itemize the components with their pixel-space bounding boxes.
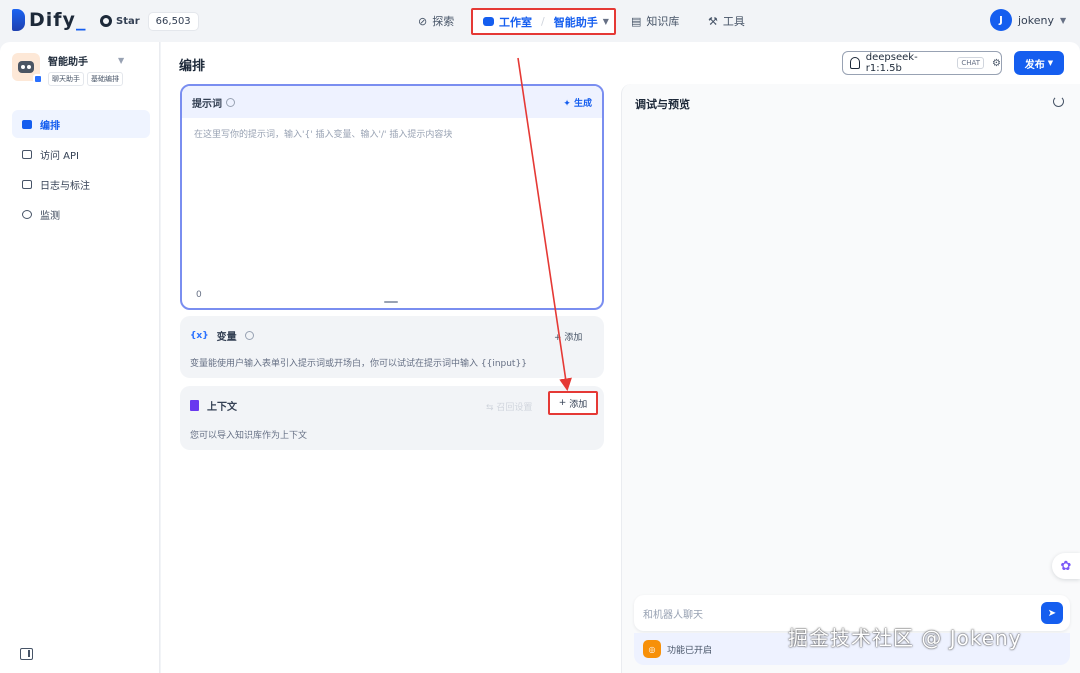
app-type-tag: 聊天助手 [48, 72, 84, 86]
nav-knowledge-label: 知识库 [646, 15, 680, 28]
hammer-icon: ⚒ [708, 14, 718, 28]
recall-settings-button[interactable]: ⇆ 召回设置 [486, 400, 532, 413]
resize-handle[interactable] [384, 301, 398, 303]
chevron-down-icon: ▼ [602, 17, 609, 26]
variables-title: 变量 [216, 332, 237, 343]
app-name: 智能助手 [48, 57, 88, 68]
robot-face-icon [18, 61, 34, 73]
dashboard-icon [22, 209, 32, 219]
avatar: J [990, 9, 1012, 31]
sidebar-item-monitor[interactable]: 监测 [12, 200, 150, 228]
help-icon[interactable] [226, 97, 235, 107]
generate-button[interactable]: ✦ 生成 [563, 96, 592, 109]
model-selector[interactable]: deepseek-r1:1.5b CHAT ⚙ [842, 51, 1002, 75]
prompt-input[interactable]: 在这里写你的提示词，输入'{' 插入变量、输入'/' 插入提示内容块 [194, 127, 452, 140]
nav-tools-label: 工具 [722, 15, 745, 28]
feature-icon: ◎ [643, 640, 661, 658]
robot-icon [483, 17, 494, 26]
page-title: 编排 [179, 59, 206, 74]
dify-logo-icon [12, 9, 25, 31]
sidebar-item-api[interactable]: 访问 API [12, 140, 150, 168]
terminal-icon [22, 149, 32, 159]
context-title: 上下文 [207, 402, 237, 413]
current-app-selector[interactable]: 智能助手 [554, 14, 598, 30]
watermark-text: 掘金技术社区 @ Jokeny [788, 626, 1022, 650]
publish-button[interactable]: 发布 ▼ [1014, 51, 1064, 75]
app-info-card[interactable]: 智能助手 ▼ 聊天助手 基础编排 [12, 53, 152, 87]
prompt-editor: 提示词 ✦ 生成 在这里写你的提示词，输入'{' 插入变量、输入'/' 插入提示… [180, 84, 604, 310]
variable-icon: {x} [190, 330, 209, 341]
sidebar-item-label: 访问 API [40, 150, 79, 162]
context-card: 上下文 ⇆ 召回设置 + 添加 您可以导入知识库作为上下文 [180, 386, 604, 450]
settings-sliders-icon: ⚙ [992, 57, 1001, 69]
user-menu[interactable]: J jokeny ▼ [990, 9, 1066, 31]
user-name: jokeny [1018, 13, 1055, 27]
prompt-title: 提示词 [192, 98, 222, 110]
github-star-count: 66,503 [147, 11, 199, 31]
sidebar-item-label: 编排 [40, 120, 60, 132]
nav-explore[interactable]: ⊘ 探索 [418, 8, 454, 34]
compass-icon: ⊘ [418, 14, 428, 28]
document-icon [190, 400, 199, 411]
debug-preview-panel: 调试与预览 和机器人聊天 ➤ ◎ 功能已开启 [621, 84, 1080, 673]
add-context-button[interactable]: + 添加 [548, 391, 598, 415]
refresh-icon[interactable] [1053, 96, 1064, 107]
app-mode-tag: 基础编排 [87, 72, 123, 86]
github-star-label: Star [116, 15, 140, 27]
nav-studio[interactable]: 工作室 / 智能助手 ▼ [471, 8, 616, 35]
context-description: 您可以导入知识库作为上下文 [190, 431, 308, 441]
send-button[interactable]: ➤ [1041, 602, 1063, 624]
sidebar-item-logs[interactable]: 日志与标注 [12, 170, 150, 198]
chat-badge-icon [33, 74, 43, 84]
model-provider-icon [850, 57, 860, 69]
nav-studio-label: 工作室 [499, 15, 532, 29]
variables-card: {x} 变量 + 添加 变量能使用户输入表单引入提示词或开场白，你可以试试在提示… [180, 316, 604, 378]
model-mode-badge: CHAT [957, 57, 985, 69]
nav-tools[interactable]: ⚒ 工具 [708, 8, 745, 34]
github-icon [100, 15, 112, 27]
help-icon[interactable] [244, 331, 254, 340]
sidebar: 智能助手 ▼ 聊天助手 基础编排 编排 访问 API 日志与标注 监测 [0, 42, 160, 673]
chat-placeholder: 和机器人聊天 [643, 609, 703, 621]
sidebar-item-label: 日志与标注 [40, 180, 90, 192]
model-name: deepseek-r1:1.5b [865, 52, 918, 74]
app-avatar [12, 53, 43, 84]
prompt-char-count: 0 [196, 290, 202, 300]
nav-knowledge[interactable]: ▤ 知识库 [631, 8, 679, 34]
publish-label: 发布 [1024, 59, 1045, 71]
chevron-down-icon: ▼ [1047, 59, 1054, 67]
nav-explore-label: 探索 [432, 15, 455, 28]
collapse-sidebar-icon[interactable] [20, 648, 33, 660]
breadcrumb-separator: / [541, 15, 545, 28]
book-icon: ▤ [631, 14, 642, 28]
chevron-down-icon: ▼ [1060, 15, 1067, 25]
prompt-header: 提示词 ✦ 生成 [182, 86, 602, 118]
sidebar-item-label: 监测 [40, 210, 60, 222]
add-variable-button[interactable]: + 添加 [554, 330, 582, 343]
variables-description: 变量能使用户输入表单引入提示词或开场白，你可以试试在提示词中输入 {{input… [190, 359, 527, 369]
github-star-widget[interactable]: Star 66,503 [100, 10, 199, 32]
chevron-down-icon[interactable]: ▼ [118, 56, 124, 65]
sidebar-menu: 编排 访问 API 日志与标注 监测 [12, 110, 150, 230]
layout-icon [22, 119, 32, 129]
file-list-icon [22, 179, 32, 189]
main-panel: 编排 deepseek-r1:1.5b CHAT ⚙ 发布 ▼ 提示词 ✦ 生成… [161, 42, 1080, 673]
logo-text: Dify [29, 9, 76, 31]
brain-icon[interactable]: ✿ [1052, 553, 1080, 579]
dify-logo[interactable]: Dify_ [12, 9, 86, 31]
generate-label: 生成 [573, 98, 592, 109]
sidebar-item-orchestrate[interactable]: 编排 [12, 110, 150, 138]
feature-status-label: 功能已开启 [667, 645, 713, 656]
top-bar: Dify_ Star 66,503 ⊘ 探索 工作室 / 智能助手 ▼ ▤ 知识… [0, 0, 1080, 42]
debug-title: 调试与预览 [635, 98, 690, 111]
